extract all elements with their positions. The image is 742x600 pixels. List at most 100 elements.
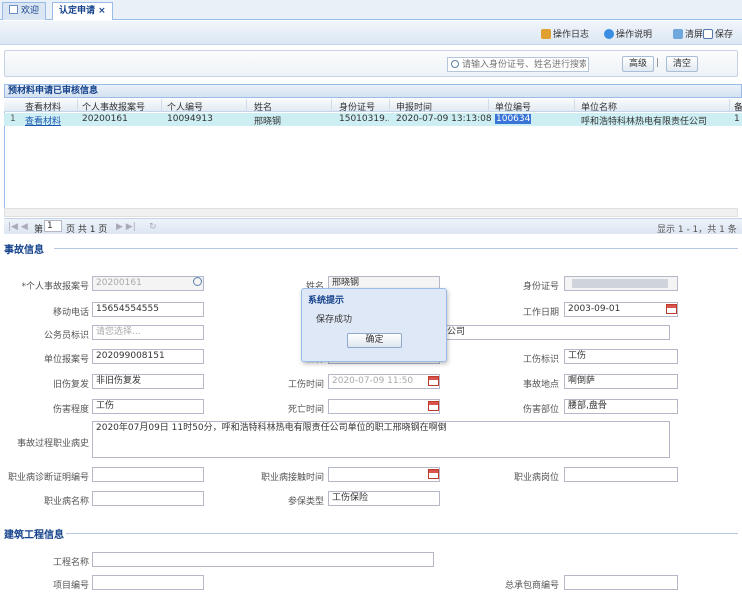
advanced-search-button[interactable]: 高级	[622, 56, 655, 72]
page-label: 第	[34, 225, 44, 235]
cell-personal-no: 10094913	[167, 114, 213, 124]
tab-welcome[interactable]: 欢迎	[2, 2, 47, 20]
col-header[interactable]: 姓名	[254, 100, 272, 113]
separator: |	[656, 58, 660, 68]
search-icon[interactable]	[193, 277, 202, 286]
help-icon	[604, 29, 614, 39]
construction-legend: 建筑工程信息	[4, 530, 64, 541]
injury-flag-field[interactable]: 工伤	[564, 349, 678, 364]
contractor-no-label: 总承包商编号	[504, 581, 559, 591]
home-icon	[9, 5, 18, 14]
clear-button[interactable]: 清屏	[673, 27, 703, 40]
project-name-label: 工程名称	[52, 558, 89, 568]
calendar-icon[interactable]	[428, 376, 439, 386]
civil-label: 公务员标识	[43, 331, 89, 341]
civil-select[interactable]: 请您选择...	[92, 325, 204, 340]
dialog-message: 保存成功	[316, 315, 353, 325]
cell-unit-no: 100634	[495, 114, 532, 124]
help-button[interactable]: 操作说明	[604, 27, 652, 40]
page-count: 页 共 1 页	[66, 225, 108, 235]
contractor-no-field[interactable]	[564, 575, 678, 590]
search-icon	[451, 60, 459, 68]
dialog-title: 系统提示	[308, 296, 345, 306]
tab-application[interactable]: 认定申请 ×	[52, 2, 113, 20]
clear-icon	[673, 29, 683, 39]
death-time-label: 死亡时间	[287, 405, 324, 415]
injury-part-field[interactable]: 腰部,盘骨	[564, 399, 678, 414]
toolbar: 操作日志 操作说明 清屏 保存	[0, 21, 742, 45]
save-icon	[703, 29, 713, 39]
cell-name: 邢晓钢	[254, 117, 282, 127]
case-no-field[interactable]: 20200161	[92, 276, 204, 291]
work-date-field[interactable]: 2003-09-01	[564, 302, 678, 317]
table-row[interactable]: 1 查看材料 20200161 10094913 邢晓钢 15010319...…	[4, 113, 742, 127]
cell-case-no: 20200161	[82, 114, 128, 124]
contact-time-field[interactable]	[328, 467, 440, 482]
unit-report-label: 单位报案号	[43, 355, 89, 365]
old-injury-label: 旧伤复发	[52, 380, 89, 390]
page-input[interactable]: 1	[44, 220, 62, 232]
project-no-label: 项目编号	[52, 581, 89, 591]
view-material-link[interactable]: 查看材料	[25, 114, 61, 127]
tab-bar: 欢迎 认定申请 ×	[0, 0, 742, 20]
insured-field[interactable]: 工伤保险	[328, 491, 440, 506]
location-label: 事故地点	[522, 380, 559, 390]
injury-time-label: 工伤时间	[287, 380, 324, 390]
col-header[interactable]: 身份证号	[339, 100, 375, 113]
death-time-field[interactable]	[328, 399, 440, 414]
first-page-icon[interactable]: |◀ ◀	[8, 222, 28, 232]
mobile-field[interactable]: 15654554555	[92, 302, 204, 317]
unit-report-field[interactable]: 202099008151	[92, 349, 204, 364]
disease-field[interactable]	[92, 491, 204, 506]
system-dialog: 系统提示 保存成功 确定	[301, 288, 447, 362]
project-no-field[interactable]	[92, 575, 204, 590]
id-label: 身份证号	[522, 282, 559, 292]
project-name-field[interactable]	[92, 552, 434, 567]
grid-header: 查看材料 个人事故报案号 个人编号 姓名 身份证号 申报时间 单位编号 单位名称…	[4, 99, 742, 113]
reset-search-button[interactable]: 清空	[666, 56, 699, 72]
col-header[interactable]: 单位名称	[581, 100, 617, 113]
insured-label: 参保类型	[287, 497, 324, 507]
search-input[interactable]	[447, 57, 589, 72]
case-no-label: *个人事故报案号	[21, 282, 89, 292]
old-injury-field[interactable]: 非旧伤复发	[92, 374, 204, 389]
grid-title: 预材料申请已审核信息	[4, 84, 742, 98]
cell-id-no: 15010319...	[339, 114, 389, 124]
cell-report-time: 2020-07-09 13:13:08	[396, 114, 492, 124]
cell-unit-name: 呼和浩特科林热电有限责任公司	[581, 117, 708, 127]
accident-legend: 事故信息	[4, 245, 44, 256]
diag-field[interactable]	[92, 467, 204, 482]
horizontal-scrollbar[interactable]	[4, 208, 738, 217]
post-label: 职业病岗位	[513, 473, 559, 483]
diag-label: 职业病诊断证明编号	[7, 473, 89, 483]
log-icon	[541, 29, 551, 39]
dialog-ok-button[interactable]: 确定	[347, 333, 402, 348]
post-field[interactable]	[564, 467, 678, 482]
col-header[interactable]: 个人编号	[167, 100, 203, 113]
refresh-icon[interactable]: ↻	[149, 222, 157, 232]
injury-part-label: 伤害部位	[522, 405, 559, 415]
degree-label: 伤害程度	[52, 405, 89, 415]
mobile-label: 移动电话	[52, 308, 89, 318]
col-header[interactable]: 备	[734, 100, 742, 113]
col-header[interactable]: 申报时间	[396, 100, 432, 113]
col-header[interactable]: 查看材料	[25, 100, 61, 113]
work-date-label: 工作日期	[522, 308, 559, 318]
pager: |◀ ◀ 第 1 页 共 1 页 ▶ ▶| ↻ 显示 1 - 1，共 1 条	[4, 218, 742, 235]
cell-extra: 1	[734, 114, 740, 124]
redacted-value	[572, 279, 668, 288]
next-page-icon[interactable]: ▶ ▶|	[116, 222, 136, 232]
degree-field[interactable]: 工伤	[92, 399, 204, 414]
save-button[interactable]: 保存	[703, 27, 733, 40]
contact-time-label: 职业病接触时间	[260, 473, 324, 483]
col-header[interactable]: 单位编号	[495, 100, 531, 113]
calendar-icon[interactable]	[428, 401, 439, 411]
location-field[interactable]: 啊倒萨	[564, 374, 678, 389]
calendar-icon[interactable]	[428, 469, 439, 479]
calendar-icon[interactable]	[666, 304, 677, 314]
log-button[interactable]: 操作日志	[541, 27, 589, 40]
history-label: 事故过程职业病史	[16, 439, 89, 449]
injury-time-field[interactable]: 2020-07-09 11:50	[328, 374, 440, 389]
col-header[interactable]: 个人事故报案号	[82, 100, 145, 113]
history-textarea[interactable]: 2020年07月09日 11时50分，呼和浩特科林热电有限责任公司单位的职工邢晓…	[92, 421, 670, 458]
